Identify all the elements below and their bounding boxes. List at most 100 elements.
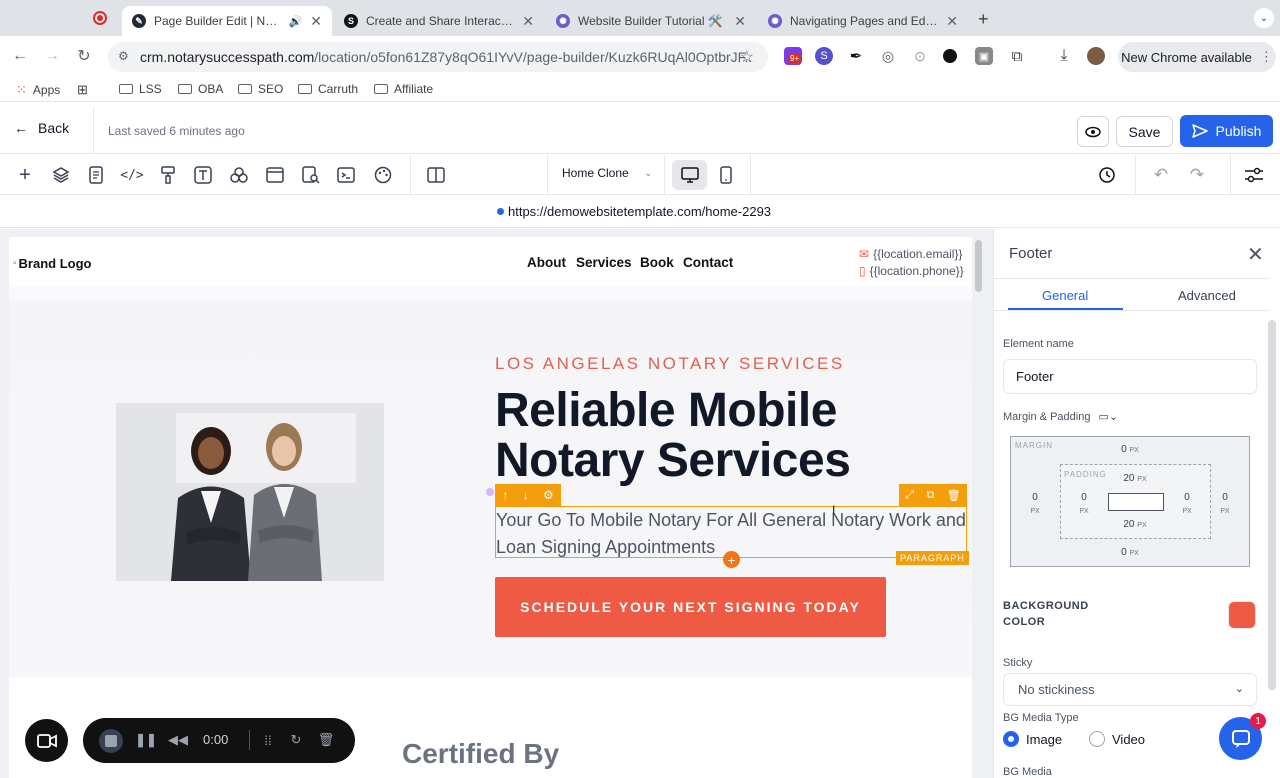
undo-icon[interactable]: ↶ [1151, 165, 1171, 185]
grid-dots-icon[interactable]: ⁞⁞ [259, 731, 277, 749]
close-tab-icon[interactable]: ✕ [310, 13, 322, 30]
screenshot-extension-icon[interactable]: ▣ [975, 47, 993, 65]
add-element-icon[interactable]: + [15, 164, 35, 186]
site-email[interactable]: ✉ {{location.email}} [859, 247, 962, 261]
sticky-select[interactable]: No stickiness ⌄ [1003, 673, 1257, 706]
record-extension-icon[interactable] [943, 49, 957, 63]
brand-logo[interactable]: ▫ Brand Logo [13, 256, 91, 271]
bookmark-folder-seo[interactable]: SEO [238, 82, 283, 96]
close-tab-icon[interactable]: ✕ [522, 13, 534, 30]
bookmark-tab-groups[interactable]: ⊞ [77, 82, 88, 98]
delete-trash-icon[interactable]: 🗑 [947, 489, 961, 502]
tab-navigating-pages[interactable]: ✺ Navigating Pages and Editing ✕ [758, 6, 968, 36]
padding-right-value[interactable]: 0 PX [1177, 491, 1197, 518]
close-tab-icon[interactable]: ✕ [734, 13, 746, 30]
background-color-swatch[interactable] [1228, 601, 1256, 629]
panel-scrollbar[interactable] [1268, 320, 1276, 690]
forward-arrow-icon[interactable]: → [40, 44, 64, 68]
rewind-icon[interactable]: ◀◀ [168, 731, 188, 749]
stop-recording-icon[interactable] [99, 729, 123, 753]
bookmark-folder-lss[interactable]: LSS [119, 82, 162, 96]
code-icon[interactable]: </> [120, 165, 143, 185]
mobile-view-icon[interactable] [716, 165, 736, 185]
profile-avatar[interactable] [1087, 47, 1105, 65]
site-nav-contact[interactable]: Contact [683, 255, 733, 270]
element-settings-gear-icon[interactable]: ⚙ [543, 488, 554, 502]
tab-create-share[interactable]: S Create and Share Interactive ✕ [334, 6, 544, 36]
padding-bottom-value[interactable]: 20 PX [1118, 519, 1152, 530]
pause-icon[interactable]: ❚❚ [135, 731, 157, 749]
page-search-icon[interactable] [301, 165, 321, 185]
duplicate-icon[interactable]: ⧉ [926, 489, 934, 502]
camera-extension-icon[interactable]: ⊙ [911, 47, 929, 65]
tab-general[interactable]: General [1042, 288, 1088, 303]
extension-icon[interactable]: 9+ [784, 47, 802, 65]
split-view-icon[interactable] [426, 165, 446, 185]
schedule-signing-button[interactable]: SCHEDULE YOUR NEXT SIGNING TODAY [495, 577, 886, 637]
hero-photo[interactable] [116, 403, 384, 581]
margin-bottom-value[interactable]: 0 PX [1116, 547, 1144, 558]
loom-extension-icon[interactable]: ◎ [879, 47, 897, 65]
new-chrome-available-button[interactable]: New Chrome available ⋮ [1118, 42, 1276, 72]
site-nav-book[interactable]: Book [640, 255, 674, 270]
bookmark-folder-carruth[interactable]: Carruth [298, 82, 358, 96]
tab-advanced[interactable]: Advanced [1178, 288, 1236, 303]
site-nav-about[interactable]: About [527, 255, 566, 270]
components-icon[interactable] [229, 165, 249, 185]
history-icon[interactable] [1097, 165, 1117, 185]
new-tab-icon[interactable]: + [978, 9, 989, 30]
layers-icon[interactable] [51, 165, 71, 185]
camera-toggle-button[interactable] [25, 719, 68, 762]
discard-trash-icon[interactable]: 🗑 [317, 731, 335, 749]
site-info-icon[interactable]: ⚙ [118, 49, 129, 63]
radio-image[interactable] [1003, 731, 1019, 747]
device-monitor-icon[interactable]: ▭⌄ [1098, 410, 1118, 423]
paint-roller-icon[interactable] [158, 165, 178, 185]
site-header[interactable] [9, 237, 972, 287]
text-icon[interactable] [193, 165, 213, 185]
hero-kicker[interactable]: LOS ANGELAS NOTARY SERVICES [495, 354, 845, 374]
s-extension-icon[interactable]: S [815, 47, 833, 65]
tab-page-builder[interactable]: ✎ Page Builder Edit | Notary 🔊 ✕ [122, 6, 332, 36]
restart-icon[interactable]: ↻ [287, 731, 305, 749]
publish-button[interactable]: Publish [1180, 115, 1273, 147]
bookmark-star-icon[interactable]: ☆ [740, 47, 754, 67]
pen-extension-icon[interactable]: ✒ [847, 47, 865, 65]
drag-handle[interactable] [486, 488, 494, 496]
bookmark-folder-affiliate[interactable]: Affiliate [374, 82, 433, 96]
preview-button[interactable] [1077, 116, 1109, 147]
section-icon[interactable] [265, 165, 285, 185]
page-select-dropdown[interactable]: Home Clone ⌄ [562, 166, 652, 180]
puzzle-extensions-icon[interactable]: ⧉ [1008, 47, 1026, 65]
save-button[interactable]: Save [1116, 116, 1173, 147]
bookmark-folder-oba[interactable]: OBA [178, 82, 223, 96]
site-nav-services[interactable]: Services [576, 255, 632, 270]
bookmark-apps[interactable]: ⁙ Apps [16, 82, 60, 98]
settings-sliders-icon[interactable] [1244, 165, 1264, 185]
add-below-button[interactable]: + [723, 551, 740, 568]
element-name-input[interactable]: Footer [1003, 359, 1257, 394]
back-arrow-icon[interactable]: ← [8, 44, 32, 68]
back-button[interactable]: ← Back [14, 120, 69, 136]
close-panel-icon[interactable]: ✕ [1247, 242, 1264, 267]
move-up-icon[interactable]: ↑ [502, 488, 508, 502]
close-tab-icon[interactable]: ✕ [946, 13, 958, 30]
tab-search-chevron-icon[interactable]: ⌄ [1254, 8, 1274, 28]
radio-video[interactable] [1089, 731, 1105, 747]
site-phone[interactable]: ▯ {{location.phone}} [859, 264, 964, 278]
hero-headline[interactable]: Reliable Mobile Notary Services [495, 386, 915, 486]
redo-icon[interactable]: ↷ [1187, 165, 1207, 185]
preview-url[interactable]: https://demowebsitetemplate.com/home-229… [508, 204, 771, 219]
address-bar[interactable]: ⚙ crm.notarysuccesspath.com/location/o5f… [108, 42, 768, 72]
terminal-icon[interactable] [336, 165, 356, 185]
margin-top-value[interactable]: 0 PX [1116, 444, 1144, 455]
palette-icon[interactable] [373, 165, 393, 185]
padding-left-value[interactable]: 0 PX [1074, 491, 1094, 518]
reload-icon[interactable]: ↻ [72, 44, 96, 68]
margin-left-value[interactable]: 0 PX [1025, 491, 1045, 518]
certified-by-heading[interactable]: Certified By [402, 738, 559, 770]
download-icon[interactable]: ⤓ [1055, 47, 1073, 65]
pages-icon[interactable] [86, 165, 106, 185]
tab-website-builder-tutorial[interactable]: ✺ Website Builder Tutorial 🛠️ ✕ [546, 6, 756, 36]
expand-icon[interactable]: ⤢ [905, 489, 914, 502]
